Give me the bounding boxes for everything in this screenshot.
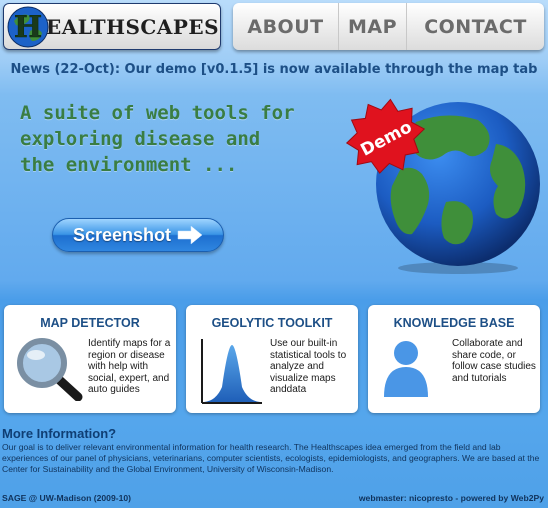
card-map-detector[interactable]: MAP DETECTOR Identify maps for a region … [4, 305, 176, 413]
footer-webmaster[interactable]: webmaster: nicopresto - powered by Web2P… [359, 493, 544, 503]
card-title: GEOLYTIC TOOLKIT [211, 316, 333, 330]
footer-credit: SAGE @ UW-Madison (2009-10) [2, 493, 132, 503]
arrow-right-icon [177, 225, 203, 245]
footer: SAGE @ UW-Madison (2009-10) webmaster: n… [0, 490, 548, 508]
globe-illustration: Demo [345, 94, 542, 281]
user-icon [384, 341, 428, 397]
logo[interactable]: H EALTHSCAPES [3, 3, 221, 50]
top-nav: ABOUT MAP CONTACT [233, 3, 544, 50]
magnifier-icon [17, 338, 83, 401]
hero-tagline: A suite of web tools for exploring disea… [20, 100, 320, 178]
logo-text: EALTHSCAPES [46, 14, 220, 39]
hero-line: A suite of web tools for [20, 102, 295, 124]
screenshot-button[interactable]: Screenshot [52, 218, 224, 252]
more-info-text: Our goal is to deliver relevant environm… [2, 442, 540, 474]
more-info-title: More Information? [2, 426, 117, 441]
card-description: Collaborate and share code, or follow ca… [452, 338, 536, 384]
hero-line: the environment ... [20, 154, 238, 176]
nav-map[interactable]: MAP [339, 3, 407, 50]
page: H EALTHSCAPES ABOUT MAP CONTACT News (22… [0, 0, 548, 508]
card-title: KNOWLEDGE BASE [393, 316, 515, 330]
logo-globe-icon: H [6, 5, 50, 49]
nav-contact[interactable]: CONTACT [407, 3, 544, 50]
news-banner[interactable]: News (22-Oct): Our demo [v0.1.5] is now … [0, 62, 548, 77]
chart-icon [201, 339, 262, 404]
feature-cards: MAP DETECTOR Identify maps for a region … [0, 305, 548, 415]
card-title: MAP DETECTOR [40, 316, 140, 330]
card-knowledge-base[interactable]: KNOWLEDGE BASE Collaborate and share cod… [368, 305, 540, 413]
card-geolytic-toolkit[interactable]: GEOLYTIC TOOLKIT Use our built-in statis… [186, 305, 358, 413]
nav-about[interactable]: ABOUT [233, 3, 339, 50]
screenshot-button-label: Screenshot [72, 224, 172, 245]
logo-letter: H [14, 10, 42, 45]
hero-line: exploring disease and [20, 128, 261, 150]
card-description: Identify maps for a region or disease wi… [88, 338, 171, 395]
card-description: Use our built-in statistical tools to an… [270, 338, 347, 395]
